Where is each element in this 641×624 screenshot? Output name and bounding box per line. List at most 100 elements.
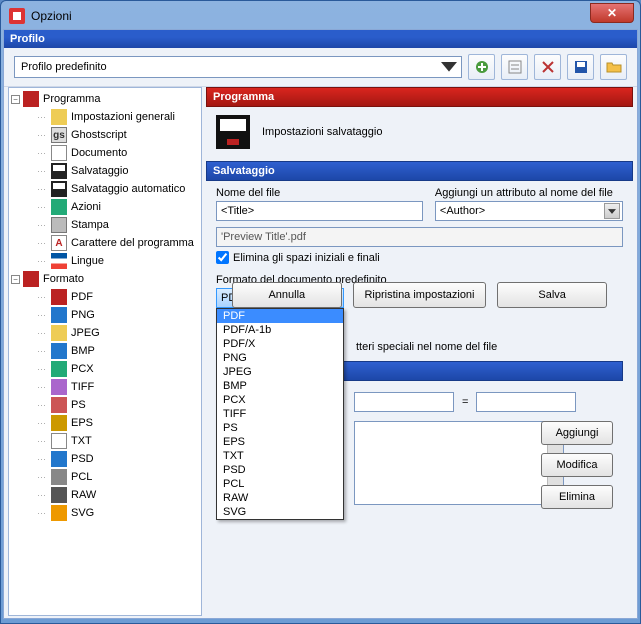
flag-icon — [51, 253, 67, 269]
format-option[interactable]: PDF — [217, 309, 343, 323]
document-icon — [51, 145, 67, 161]
settings-tree[interactable]: − Programma ⋯Impostazioni generali ⋯gsGh… — [8, 87, 202, 616]
tree-node-programma[interactable]: − Programma — [9, 90, 201, 108]
gear-icon — [51, 109, 67, 125]
format-option[interactable]: PCX — [217, 393, 343, 407]
ps-icon — [51, 397, 67, 413]
raw-icon — [51, 487, 67, 503]
ghostscript-icon: gs — [51, 127, 67, 143]
window-frame: Opzioni ✕ Profilo Profilo predefinito — [0, 0, 641, 624]
svg-icon — [51, 505, 67, 521]
profile-open-button[interactable] — [600, 54, 627, 80]
filename-input[interactable]: <Title> — [216, 201, 423, 221]
tree-item-txt[interactable]: ⋯TXT — [9, 432, 201, 450]
replace-from-input[interactable] — [354, 392, 454, 412]
program-subtitle: Impostazioni salvataggio — [262, 126, 382, 138]
save-button[interactable]: Salva — [497, 282, 607, 308]
disk-icon — [216, 115, 250, 149]
tree-item-pcl[interactable]: ⋯PCL — [9, 468, 201, 486]
txt-icon — [51, 433, 67, 449]
attribute-select[interactable]: <Author> — [435, 201, 623, 221]
profile-toolbar: Profilo predefinito — [4, 48, 637, 87]
collapse-icon[interactable]: − — [11, 275, 20, 284]
tree-item-pdf[interactable]: ⋯PDF — [9, 288, 201, 306]
printer-icon — [51, 217, 67, 233]
delete-button[interactable]: Elimina — [541, 485, 613, 509]
occluded-label: tteri speciali nel nome del file — [356, 341, 497, 353]
format-option[interactable]: SVG — [217, 505, 343, 519]
add-button[interactable]: Aggiungi — [541, 421, 613, 445]
tree-item-autosave[interactable]: ⋯Salvataggio automatico — [9, 180, 201, 198]
tree-item-tiff[interactable]: ⋯TIFF — [9, 378, 201, 396]
font-icon: A — [51, 235, 67, 251]
cancel-button[interactable]: Annulla — [232, 282, 342, 308]
format-option[interactable]: PSD — [217, 463, 343, 477]
bmp-icon — [51, 343, 67, 359]
main-split: − Programma ⋯Impostazioni generali ⋯gsGh… — [4, 87, 637, 618]
tree-item-font[interactable]: ⋯ACarattere del programma — [9, 234, 201, 252]
tree-item-actions[interactable]: ⋯Azioni — [9, 198, 201, 216]
profile-delete-button[interactable] — [534, 54, 561, 80]
format-option[interactable]: TXT — [217, 449, 343, 463]
trim-spaces-checkbox[interactable]: Elimina gli spazi iniziali e finali — [216, 251, 623, 264]
format-option[interactable]: TIFF — [217, 407, 343, 421]
tree-item-jpeg[interactable]: ⋯JPEG — [9, 324, 201, 342]
format-dropdown-list[interactable]: PDF PDF/A-1b PDF/X PNG JPEG BMP PCX TIFF… — [216, 308, 344, 520]
replace-list[interactable] — [354, 421, 564, 505]
equals-label: = — [462, 396, 468, 408]
actions-icon — [51, 199, 67, 215]
format-option[interactable]: RAW — [217, 491, 343, 505]
tree-item-png[interactable]: ⋯PNG — [9, 306, 201, 324]
format-option[interactable]: JPEG — [217, 365, 343, 379]
format-option[interactable]: PS — [217, 421, 343, 435]
tree-item-languages[interactable]: ⋯Lingue — [9, 252, 201, 270]
collapse-icon[interactable]: − — [11, 95, 20, 104]
tree-item-ps[interactable]: ⋯PS — [9, 396, 201, 414]
tree-item-raw[interactable]: ⋯RAW — [9, 486, 201, 504]
tree-item-save[interactable]: ⋯Salvataggio — [9, 162, 201, 180]
filename-preview: 'Preview Title'.pdf — [216, 227, 623, 247]
format-option[interactable]: PDF/A-1b — [217, 323, 343, 337]
format-icon — [23, 271, 39, 287]
pdf-icon — [51, 289, 67, 305]
png-icon — [51, 307, 67, 323]
profile-header: Profilo — [4, 30, 637, 48]
profile-save-button[interactable] — [567, 54, 594, 80]
profile-select[interactable]: Profilo predefinito — [14, 56, 462, 78]
tree-item-svg[interactable]: ⋯SVG — [9, 504, 201, 522]
profile-new-button[interactable] — [468, 54, 495, 80]
program-section-header: Programma — [206, 87, 633, 107]
tree-item-bmp[interactable]: ⋯BMP — [9, 342, 201, 360]
program-icon — [23, 91, 39, 107]
format-option[interactable]: PNG — [217, 351, 343, 365]
tree-item-document[interactable]: ⋯Documento — [9, 144, 201, 162]
edit-button[interactable]: Modifica — [541, 453, 613, 477]
pcl-icon — [51, 469, 67, 485]
format-option[interactable]: PDF/X — [217, 337, 343, 351]
replace-to-input[interactable] — [476, 392, 576, 412]
app-icon — [9, 8, 25, 24]
autosave-icon — [51, 181, 67, 197]
format-option[interactable]: PCL — [217, 477, 343, 491]
close-button[interactable]: ✕ — [590, 3, 634, 23]
program-section-body: Impostazioni salvataggio — [206, 107, 633, 157]
tree-node-formato[interactable]: − Formato — [9, 270, 201, 288]
titlebar[interactable]: Opzioni ✕ — [3, 3, 638, 29]
format-option[interactable]: EPS — [217, 435, 343, 449]
tree-item-general[interactable]: ⋯Impostazioni generali — [9, 108, 201, 126]
chevron-down-icon — [441, 59, 457, 75]
tree-item-print[interactable]: ⋯Stampa — [9, 216, 201, 234]
profile-config-button[interactable] — [501, 54, 528, 80]
tree-item-pcx[interactable]: ⋯PCX — [9, 360, 201, 378]
trim-spaces-input[interactable] — [216, 251, 229, 264]
content-pane: Programma Impostazioni salvataggio Salva… — [206, 87, 633, 616]
reset-button[interactable]: Ripristina impostazioni — [353, 282, 485, 308]
tree-item-psd[interactable]: ⋯PSD — [9, 450, 201, 468]
tree-item-ghostscript[interactable]: ⋯gsGhostscript — [9, 126, 201, 144]
save-icon — [51, 163, 67, 179]
format-option[interactable]: BMP — [217, 379, 343, 393]
window-title: Opzioni — [31, 9, 72, 23]
save-form: Nome del file <Title> Aggiungi un attrib… — [206, 181, 633, 318]
attribute-label: Aggiungi un attributo al nome del file — [435, 187, 623, 199]
tree-item-eps[interactable]: ⋯EPS — [9, 414, 201, 432]
